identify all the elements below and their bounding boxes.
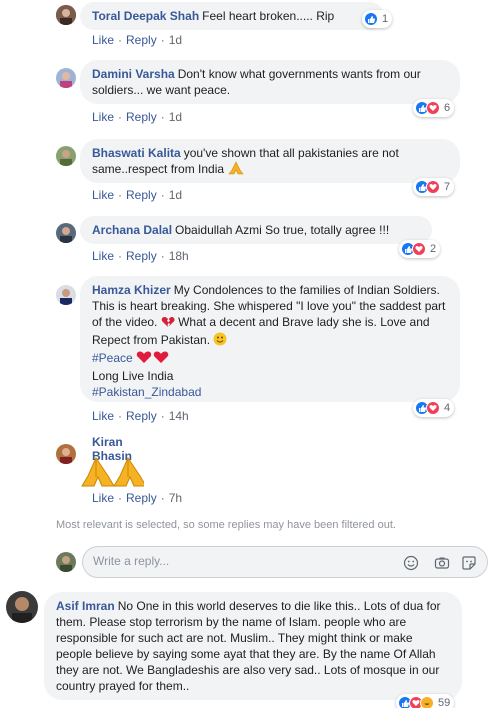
filter-notice: Most relevant is selected, so some repli…	[56, 519, 396, 531]
reply-link[interactable]: Reply	[126, 110, 157, 124]
comment-bubble: Hamza Khizer My Condolences to the famili…	[80, 276, 460, 402]
comment-author[interactable]: Hamza Khizer	[92, 283, 171, 297]
comment-text: No One in this world deserves to die lik…	[56, 599, 441, 693]
avatar[interactable]	[56, 68, 76, 88]
comment-bubble: Damini Varsha Don't know what governments…	[80, 60, 460, 104]
like-link[interactable]: Like	[92, 33, 114, 47]
reply-link[interactable]: Reply	[126, 188, 157, 202]
reaction-summary[interactable]: 6	[413, 99, 455, 117]
timestamp[interactable]: 1d	[169, 188, 182, 202]
comment-author[interactable]: Damini Varsha	[92, 67, 175, 81]
reaction-count: 1	[382, 13, 389, 25]
laughing-icon	[420, 696, 434, 708]
reaction-summary[interactable]: 4	[413, 399, 455, 417]
folded-hands-sticker	[80, 456, 147, 491]
reaction-count: 4	[444, 402, 451, 414]
like-link[interactable]: Like	[92, 188, 114, 202]
comment-actions: Like · Reply · 7h	[92, 491, 183, 505]
comment-author[interactable]: Archana Dalal	[92, 223, 172, 237]
folded-hands-icon	[227, 161, 245, 179]
avatar[interactable]	[56, 5, 76, 25]
timestamp[interactable]: 7h	[169, 491, 182, 505]
comment-actions: Like · Reply · 1d	[92, 33, 183, 47]
comment-bubble: Asif Imran No One in this world deserves …	[44, 592, 462, 700]
avatar[interactable]	[6, 591, 38, 623]
heart-icon	[426, 180, 440, 194]
avatar[interactable]	[56, 223, 76, 243]
timestamp[interactable]: 1d	[169, 110, 182, 124]
like-link[interactable]: Like	[92, 409, 114, 423]
comment-line: Long Live India	[92, 369, 174, 383]
like-link[interactable]: Like	[92, 110, 114, 124]
hashtag-link[interactable]: #Peace	[92, 351, 133, 365]
reply-link[interactable]: Reply	[126, 409, 157, 423]
smiley-icon	[213, 332, 227, 350]
like-link[interactable]: Like	[92, 491, 114, 505]
reaction-count: 2	[430, 243, 437, 255]
timestamp[interactable]: 14h	[169, 409, 189, 423]
avatar[interactable]	[56, 285, 76, 305]
avatar[interactable]	[56, 146, 76, 166]
thumbs-up-icon	[364, 12, 378, 26]
heart-icon	[136, 350, 170, 368]
comment-actions: Like · Reply · 1d	[92, 188, 183, 202]
gif-icon[interactable]	[433, 555, 451, 571]
comment-text: Obaidullah Azmi So true, totally agree !…	[175, 223, 390, 237]
reaction-count: 59	[438, 697, 451, 708]
comment-author[interactable]: Toral Deepak Shah	[92, 9, 199, 23]
reaction-summary[interactable]: 1	[362, 10, 393, 28]
reaction-count: 7	[444, 181, 451, 193]
reply-input[interactable]	[93, 554, 393, 568]
comment-actions: Like · Reply · 14h	[92, 409, 189, 423]
timestamp[interactable]: 18h	[169, 249, 189, 263]
comment-bubble: Archana Dalal Obaidullah Azmi So true, to…	[80, 216, 432, 244]
avatar[interactable]	[56, 444, 76, 464]
reply-link[interactable]: Reply	[126, 33, 157, 47]
current-user-avatar	[56, 552, 76, 572]
reply-link[interactable]: Reply	[126, 491, 157, 505]
comment-bubble: Bhaswati Kalita you've shown that all pak…	[80, 139, 460, 183]
heart-icon	[412, 242, 426, 256]
comment-author[interactable]: Bhaswati Kalita	[92, 146, 181, 160]
reply-link[interactable]: Reply	[126, 249, 157, 263]
hashtag-link[interactable]: #Pakistan_Zindabad	[92, 385, 201, 399]
broken-heart-icon	[161, 316, 175, 332]
comment-actions: Like · Reply · 1d	[92, 110, 183, 124]
sticker-icon[interactable]	[461, 555, 477, 571]
emoji-icon[interactable]	[403, 555, 419, 571]
reaction-summary[interactable]: 59	[396, 694, 455, 708]
reaction-summary[interactable]: 2	[399, 240, 441, 258]
comment-author[interactable]: Asif Imran	[56, 599, 115, 613]
like-link[interactable]: Like	[92, 249, 114, 263]
comment-bubble: Toral Deepak Shah Feel heart broken..... …	[80, 2, 384, 30]
reaction-summary[interactable]: 7	[413, 178, 455, 196]
heart-icon	[426, 401, 440, 415]
heart-icon	[426, 101, 440, 115]
reaction-count: 6	[444, 102, 451, 114]
comment-text: Feel heart broken..... Rip	[202, 9, 335, 23]
reply-box	[82, 546, 488, 578]
timestamp[interactable]: 1d	[169, 33, 182, 47]
comment-actions: Like · Reply · 18h	[92, 249, 189, 263]
